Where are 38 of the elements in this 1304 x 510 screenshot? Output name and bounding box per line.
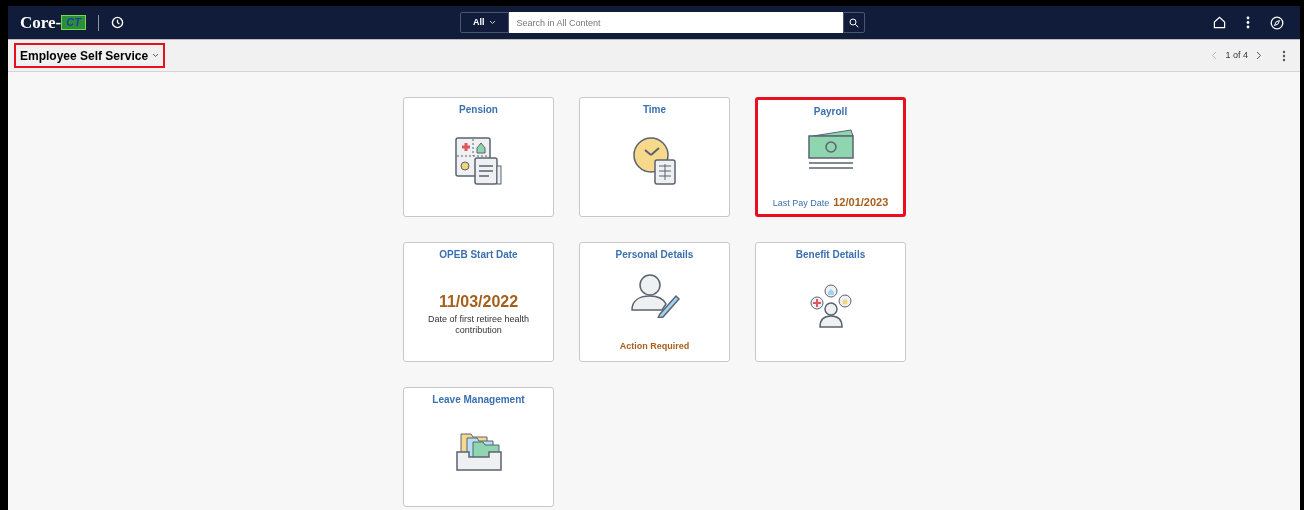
tile-title: Personal Details	[615, 248, 694, 262]
more-options-icon[interactable]	[1246, 16, 1250, 29]
home-icon[interactable]	[1213, 16, 1226, 29]
last-pay-date: 12/01/2023	[833, 194, 889, 210]
tile-title: Pension	[459, 103, 498, 117]
search-field[interactable]: Search in All Content	[508, 12, 843, 33]
logo-text: Core-	[20, 11, 62, 34]
chevron-down-icon	[488, 20, 496, 25]
search-button[interactable]	[842, 12, 865, 33]
tile[interactable]: Payroll Last Pay Date 12/01/2023	[755, 97, 906, 217]
tile[interactable]: Leave Management	[403, 387, 554, 507]
tile[interactable]: Benefit Details	[755, 242, 906, 362]
chevron-down-icon	[152, 53, 160, 58]
person-pencil-icon	[629, 271, 680, 318]
search-scope-dropdown[interactable]: All	[460, 12, 509, 33]
page-title-dropdown[interactable]: Employee Self Service	[14, 43, 166, 68]
clock-document-icon	[631, 135, 678, 186]
tile[interactable]: Pension	[403, 97, 554, 217]
more-options-icon[interactable]	[1282, 49, 1286, 62]
tile[interactable]: Personal Details Action Required	[579, 242, 730, 362]
tile-title: OPEB Start Date	[439, 248, 518, 262]
history-clock-icon[interactable]	[110, 16, 124, 29]
next-page-icon[interactable]	[1256, 51, 1262, 60]
date-description: Date of first retiree health contribution	[426, 314, 531, 336]
date-value: 11/03/2022	[438, 292, 519, 312]
tile[interactable]: OPEB Start Date 11/03/2022 Date of first retiree health contribution	[403, 242, 554, 362]
status-text: Action Required	[619, 339, 690, 353]
tile-title: Benefit Details	[795, 248, 866, 262]
search-icon	[848, 17, 859, 28]
logo-badge: CT	[61, 15, 86, 30]
last-pay-label: Last Pay Date	[772, 196, 830, 210]
compass-icon[interactable]	[1270, 15, 1284, 30]
pension-documents-icon	[453, 135, 504, 186]
tile-title: Payroll	[813, 105, 848, 119]
tile[interactable]: Time	[579, 97, 730, 217]
tile-title: Leave Management	[432, 393, 525, 407]
tile-title: Time	[642, 103, 667, 117]
page-counter: 1 of 4	[1225, 48, 1248, 62]
